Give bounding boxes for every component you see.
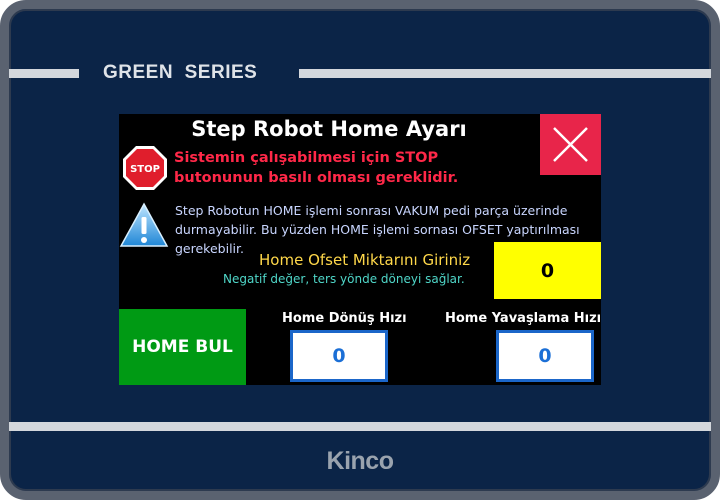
stop-warning-text: Sistemin çalışabilmesi için STOP butonun…: [174, 148, 534, 188]
bottom-stripe: [9, 422, 711, 431]
brand-logo: Kinco: [326, 447, 394, 475]
return-speed-label: Home Dönüş Hızı: [282, 311, 407, 326]
top-stripe-left: [9, 69, 79, 78]
offset-label: Home Ofset Miktarını Giriniz: [259, 251, 471, 269]
offset-input[interactable]: 0: [494, 242, 601, 299]
hmi-screen: Step Robot Home Ayarı STOP Sistemin çalı…: [119, 114, 601, 385]
page-title: Step Robot Home Ayarı: [191, 117, 467, 141]
stop-sign-text: STOP: [130, 164, 160, 175]
series-label: GREEN SERIES: [103, 62, 258, 83]
warning-icon: [119, 202, 169, 247]
slowdown-speed-input[interactable]: 0: [496, 330, 594, 382]
stop-warning-line-2: butonunun basılı olması gereklidir.: [174, 170, 459, 186]
home-bul-button[interactable]: HOME BUL: [119, 309, 246, 385]
close-button[interactable]: [540, 114, 601, 175]
top-stripe-right: [299, 69, 711, 78]
slowdown-speed-label: Home Yavaşlama Hızı: [445, 311, 601, 326]
close-icon: [553, 127, 588, 162]
stop-sign-icon: STOP: [123, 146, 167, 190]
offset-hint: Negatif değer, ters yönde döneyi sağlar.: [223, 272, 465, 286]
return-speed-input[interactable]: 0: [290, 330, 388, 382]
stop-warning-line-1: Sistemin çalışabilmesi için STOP: [174, 150, 439, 166]
